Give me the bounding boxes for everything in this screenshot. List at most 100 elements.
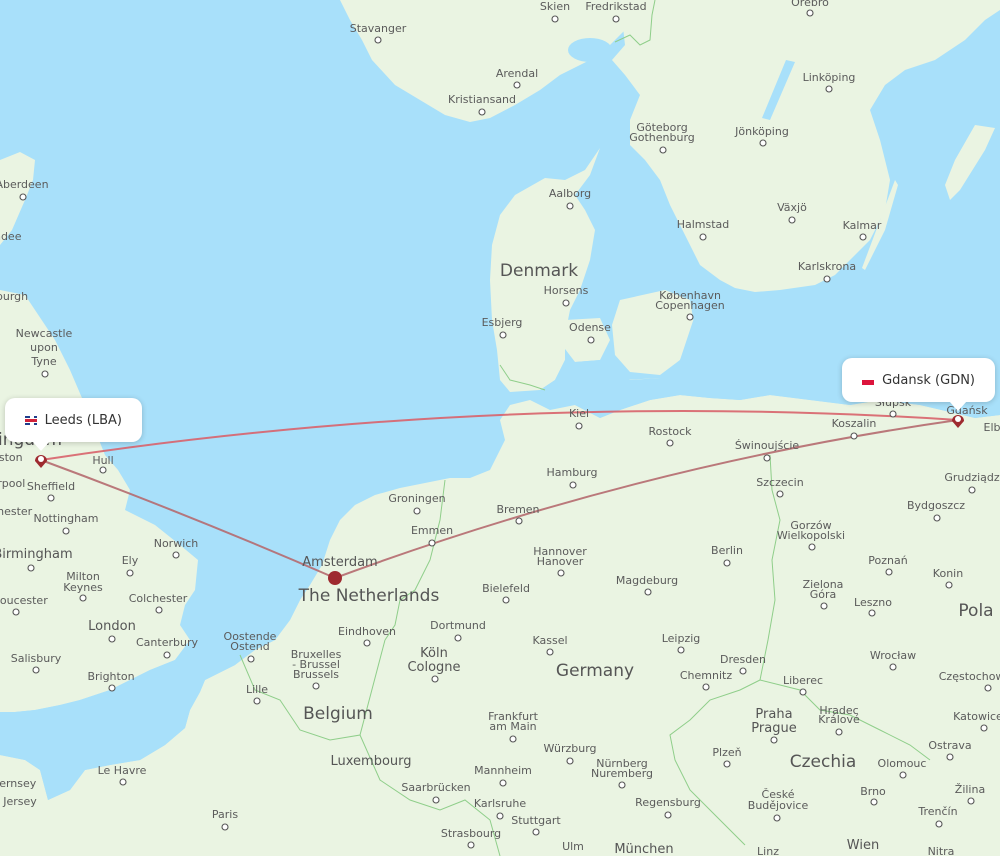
city-dot[interactable] — [644, 588, 652, 596]
city-dot[interactable] — [108, 684, 116, 692]
city-dot[interactable] — [155, 606, 163, 614]
city-dot[interactable] — [723, 760, 731, 768]
city-dot[interactable] — [575, 422, 583, 430]
city-label: Hanover — [537, 555, 584, 568]
city-dot[interactable] — [806, 9, 814, 17]
city-dot[interactable] — [496, 812, 504, 820]
city-dot[interactable] — [773, 814, 781, 822]
city-dot[interactable] — [32, 666, 40, 674]
city-dot[interactable] — [108, 635, 116, 643]
city-dot[interactable] — [172, 551, 180, 559]
city-dot[interactable] — [312, 682, 320, 690]
city-dot[interactable] — [499, 331, 507, 339]
city-dot[interactable] — [699, 233, 707, 241]
city-dot[interactable] — [562, 299, 570, 307]
city-dot[interactable] — [823, 275, 831, 283]
city-dot[interactable] — [19, 193, 27, 201]
city-dot[interactable] — [885, 568, 893, 576]
city-dot[interactable] — [946, 753, 954, 761]
city-dot[interactable] — [968, 486, 976, 494]
city-dot[interactable] — [820, 602, 828, 610]
city-dot[interactable] — [374, 36, 382, 44]
city-dot[interactable] — [431, 675, 439, 683]
city-dot[interactable] — [587, 336, 595, 344]
city-dot[interactable] — [776, 490, 784, 498]
city-dot[interactable] — [566, 202, 574, 210]
country-label: Czechia — [790, 752, 857, 772]
city-dot[interactable] — [27, 564, 35, 572]
city-dot[interactable] — [612, 15, 620, 23]
city-dot[interactable] — [47, 494, 55, 502]
city-dot[interactable] — [515, 517, 523, 525]
city-dot[interactable] — [889, 410, 897, 418]
city-dot[interactable] — [984, 684, 992, 692]
city-dot[interactable] — [99, 466, 107, 474]
city-dot[interactable] — [221, 823, 229, 831]
city-dot[interactable] — [967, 797, 975, 805]
city-label: Tyne — [30, 355, 56, 368]
city-dot[interactable] — [808, 543, 816, 551]
city-dot[interactable] — [945, 581, 953, 589]
city-dot[interactable] — [763, 454, 771, 462]
city-dot[interactable] — [79, 594, 87, 602]
city-dot[interactable] — [664, 811, 672, 819]
city-dot[interactable] — [41, 370, 49, 378]
city-dot[interactable] — [770, 736, 778, 744]
city-dot[interactable] — [868, 609, 876, 617]
city-dot[interactable] — [759, 139, 767, 147]
city-dot[interactable] — [569, 481, 577, 489]
city-dot[interactable] — [799, 688, 807, 696]
city-dot[interactable] — [677, 646, 685, 654]
city-dot[interactable] — [899, 771, 907, 779]
city-dot[interactable] — [119, 778, 127, 786]
city-dot[interactable] — [12, 608, 20, 616]
city-dot[interactable] — [509, 735, 517, 743]
city-dot[interactable] — [870, 798, 878, 806]
city-dot[interactable] — [551, 15, 559, 23]
city-dot[interactable] — [478, 108, 486, 116]
stopover-marker-amsterdam[interactable] — [328, 571, 342, 585]
city-dot[interactable] — [126, 569, 134, 577]
city-dot[interactable] — [666, 439, 674, 447]
city-dot[interactable] — [566, 757, 574, 765]
city-label: Esbjerg — [482, 316, 523, 329]
city-dot[interactable] — [980, 724, 988, 732]
city-dot[interactable] — [788, 216, 796, 224]
city-dot[interactable] — [432, 796, 440, 804]
city-dot[interactable] — [163, 651, 171, 659]
city-dot[interactable] — [363, 639, 371, 647]
city-dot[interactable] — [702, 683, 710, 691]
city-label: Karlsruhe — [474, 797, 527, 810]
city-dot[interactable] — [467, 841, 475, 849]
city-dot[interactable] — [247, 655, 255, 663]
city-dot[interactable] — [62, 527, 70, 535]
city-dot[interactable] — [513, 81, 521, 89]
city-dot[interactable] — [557, 569, 565, 577]
city-label: Bydgoszcz — [907, 499, 965, 512]
city-dot[interactable] — [618, 781, 626, 789]
city-dot[interactable] — [889, 663, 897, 671]
city-label: Plzeň — [712, 746, 741, 759]
city-dot[interactable] — [413, 507, 421, 515]
origin-popup[interactable]: Leeds (LBA) — [5, 398, 142, 451]
city-dot[interactable] — [428, 539, 436, 547]
city-dot[interactable] — [546, 648, 554, 656]
destination-popup[interactable]: Gdansk (GDN) — [842, 358, 995, 411]
city-dot[interactable] — [723, 559, 731, 567]
city-dot[interactable] — [850, 432, 858, 440]
city-dot[interactable] — [933, 514, 941, 522]
map-canvas[interactable]: Skien Fredrikstad Örebro Stavanger Arendal Kr… — [0, 0, 1000, 856]
city-dot[interactable] — [935, 820, 943, 828]
city-dot[interactable] — [532, 828, 540, 836]
city-dot[interactable] — [499, 779, 507, 787]
city-dot[interactable] — [739, 667, 747, 675]
city-dot[interactable] — [253, 697, 261, 705]
city-dot[interactable] — [659, 146, 667, 154]
city-label: Hull — [92, 454, 113, 467]
city-dot[interactable] — [835, 728, 843, 736]
city-dot[interactable] — [825, 85, 833, 93]
city-dot[interactable] — [502, 596, 510, 604]
city-dot[interactable] — [859, 233, 867, 241]
city-dot[interactable] — [454, 634, 462, 642]
city-dot[interactable] — [686, 313, 694, 321]
